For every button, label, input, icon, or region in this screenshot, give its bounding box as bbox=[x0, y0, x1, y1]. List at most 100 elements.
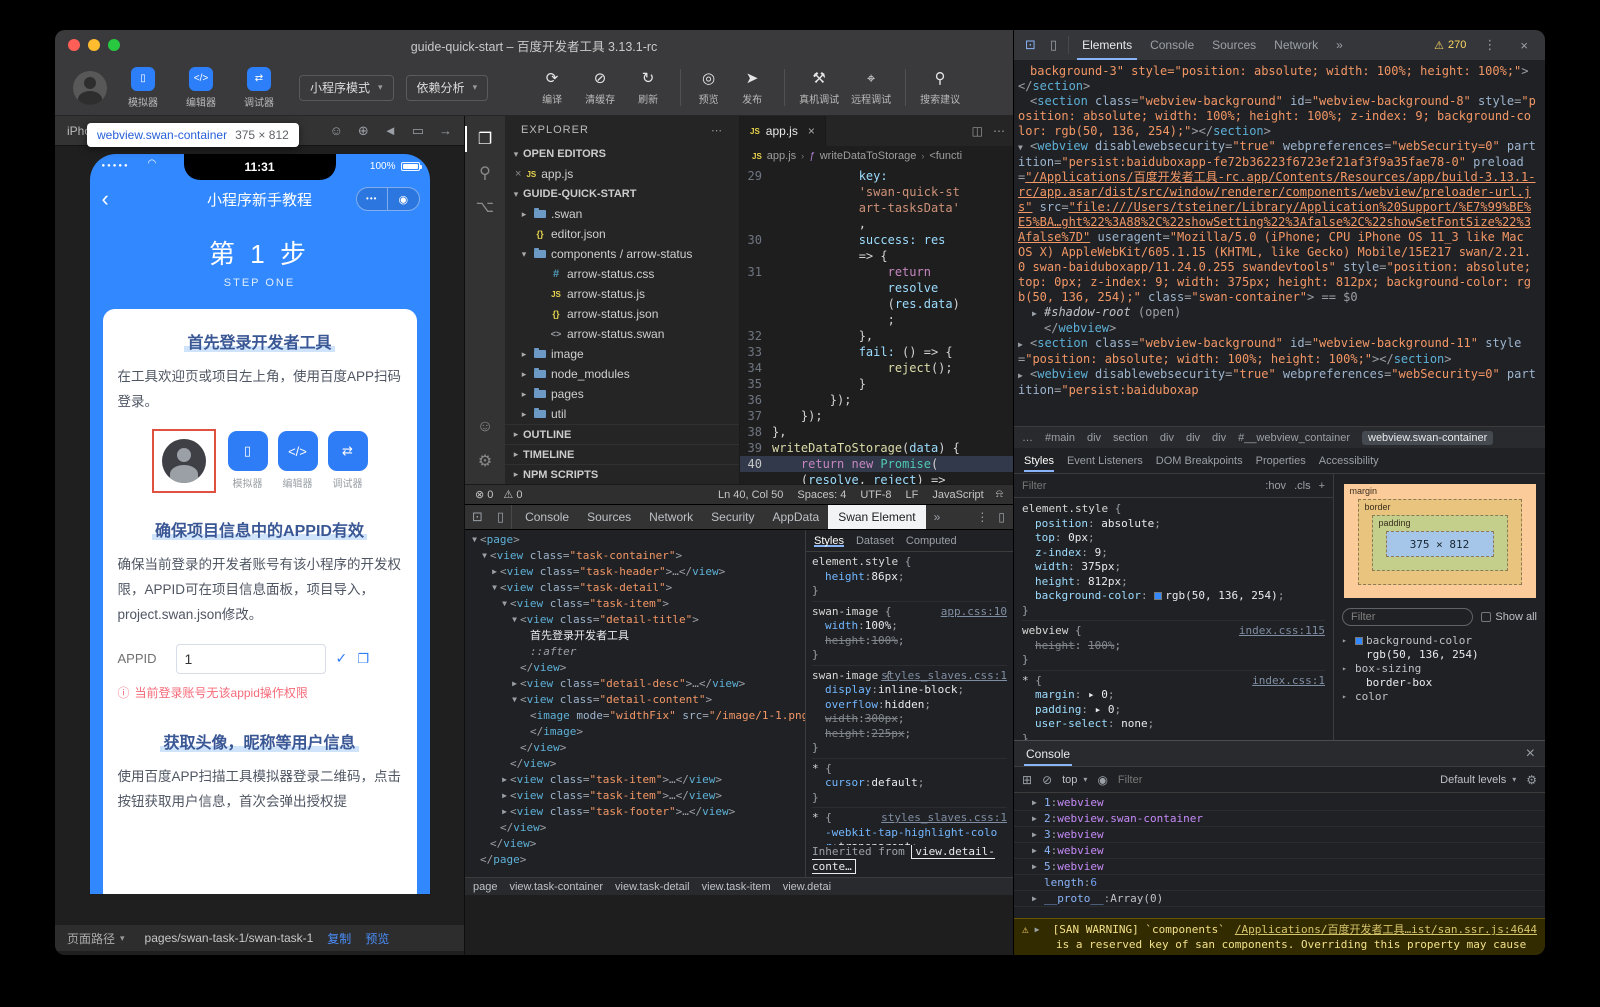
file-tree-item[interactable]: ▸ pages bbox=[505, 384, 739, 404]
expand-arrow-icon[interactable]: ▶ bbox=[1035, 922, 1047, 937]
css-property[interactable]: width:300px; bbox=[812, 712, 1007, 727]
section-open-editors[interactable]: ▾ OPEN EDITORS bbox=[505, 144, 739, 164]
expand-arrow-icon[interactable]: ▶ bbox=[509, 676, 520, 692]
file-tree-item[interactable]: ▸ image bbox=[505, 344, 739, 364]
device-toolbar-icon[interactable]: ▯ bbox=[1043, 30, 1064, 60]
sidebar-tab[interactable]: Styles bbox=[1024, 450, 1054, 472]
devtools-tab[interactable]: Security bbox=[702, 505, 763, 529]
breadcrumb-item[interactable]: div bbox=[1212, 432, 1226, 444]
expand-arrow-icon[interactable] bbox=[509, 660, 520, 676]
toggle-class-button[interactable]: .cls bbox=[1294, 480, 1311, 492]
status-item[interactable]: UTF-8 bbox=[860, 489, 891, 501]
eye-icon[interactable]: ◉ bbox=[1097, 773, 1107, 787]
console-entry[interactable]: ▶5: webview bbox=[1014, 859, 1545, 875]
toolbar-action-button[interactable]: ◎ 预览 bbox=[680, 69, 728, 106]
stylesheet-link[interactable]: styles_slaves.css:1 bbox=[881, 669, 1007, 684]
appid-input[interactable] bbox=[176, 644, 326, 674]
inspect-icon[interactable]: ⊡ bbox=[1018, 30, 1043, 60]
expand-arrow-icon[interactable] bbox=[519, 628, 530, 644]
expand-arrow-icon[interactable] bbox=[469, 852, 480, 868]
css-property[interactable]: top: 0px; bbox=[1022, 531, 1325, 546]
status-item[interactable]: Spaces: 4 bbox=[797, 489, 846, 501]
console-drawer-tab[interactable]: Console bbox=[1024, 742, 1072, 766]
console-settings-icon[interactable]: ⚙ bbox=[1526, 773, 1537, 787]
analysis-select[interactable]: 依赖分析 ▾ bbox=[406, 75, 489, 101]
breadcrumb-item[interactable]: view.task-container bbox=[509, 881, 603, 893]
expand-arrow-icon[interactable]: ▼ bbox=[509, 692, 520, 708]
file-tree-item[interactable]: ▸ .swan bbox=[505, 204, 739, 224]
css-property[interactable]: z-index: 9; bbox=[1022, 546, 1325, 561]
box-model-margin[interactable]: margin border padding 375 × 812 bbox=[1344, 484, 1536, 598]
overflow-icon[interactable]: » bbox=[1327, 30, 1352, 60]
element-node[interactable]: </view> bbox=[465, 660, 805, 676]
device-toolbar-icon[interactable]: ▯ bbox=[490, 505, 512, 529]
styles-pane-tab[interactable]: Styles bbox=[814, 535, 844, 547]
css-property[interactable]: -webkit-tap-highlight-color:transparent; bbox=[812, 826, 1007, 846]
close-drawer-icon[interactable]: × bbox=[1526, 745, 1535, 763]
copy-path-link[interactable]: 复制 bbox=[327, 930, 351, 947]
expand-arrow-icon[interactable]: ▶ bbox=[1032, 811, 1044, 826]
toolbar-action-button[interactable]: ⌖ 远程调试 bbox=[845, 69, 897, 106]
computed-property[interactable]: ▸background-color rgb(50, 136, 254) bbox=[1342, 634, 1537, 662]
expand-arrow-icon[interactable]: ▼ bbox=[1018, 140, 1030, 155]
expand-arrow-icon[interactable]: ▸ bbox=[1342, 634, 1352, 648]
panel-toggle-button[interactable]: ▯ 模拟器 bbox=[121, 67, 165, 109]
console-entry[interactable]: ▶2: webview.swan-container bbox=[1014, 811, 1545, 827]
css-property[interactable]: position: absolute; bbox=[1022, 517, 1325, 532]
file-tree-item[interactable]: {} editor.json bbox=[505, 224, 739, 244]
section-project[interactable]: ▾ GUIDE-QUICK-START bbox=[505, 184, 739, 204]
console-warning[interactable]: ⚠ ▶ [SAN WARNING] `components` /Applicat… bbox=[1014, 918, 1545, 955]
element-node[interactable]: ▶#shadow-root (open) bbox=[1018, 305, 1537, 321]
breadcrumb-item[interactable]: view.detai bbox=[783, 881, 831, 893]
device-icon[interactable]: ▯ bbox=[998, 510, 1005, 524]
breadcrumb-item[interactable]: … bbox=[1022, 432, 1033, 444]
console-entry[interactable]: ▶1: webview bbox=[1014, 795, 1545, 811]
toolbar-action-button[interactable]: ⚲ 搜索建议 bbox=[905, 69, 966, 106]
styles-pane-tab[interactable]: Computed bbox=[906, 535, 957, 547]
stylesheet-link[interactable]: app.css:10 bbox=[941, 605, 1007, 620]
expand-arrow-icon[interactable] bbox=[519, 644, 530, 660]
expand-arrow-icon[interactable]: ▶ bbox=[1032, 859, 1044, 874]
toolbar-action-button[interactable]: ⊘ 清缓存 bbox=[576, 69, 624, 106]
element-node[interactable]: </view> bbox=[465, 756, 805, 772]
devtools-tab[interactable]: Elements bbox=[1073, 30, 1141, 60]
element-node[interactable]: ▶<view class="detail-desc">…</view> bbox=[465, 676, 805, 692]
show-all-checkbox[interactable]: Show all bbox=[1481, 611, 1537, 623]
element-node[interactable]: 首先登录开发者工具 bbox=[465, 628, 805, 644]
console-entry[interactable]: length: 6 bbox=[1014, 875, 1545, 891]
more-icon[interactable]: ••• bbox=[357, 188, 389, 210]
element-node[interactable]: ▶<view class="task-footer">…</view> bbox=[465, 804, 805, 820]
element-node[interactable]: ▶<view class="task-item">…</view> bbox=[465, 788, 805, 804]
element-node[interactable]: ▼<view class="task-item"> bbox=[465, 596, 805, 612]
breadcrumb-item[interactable]: div bbox=[1087, 432, 1101, 444]
expand-arrow-icon[interactable]: ▶ bbox=[1032, 827, 1044, 842]
panel-toggle-button[interactable]: </> 编辑器 bbox=[179, 67, 223, 109]
element-node[interactable]: ▶<view class="task-item">…</view> bbox=[465, 772, 805, 788]
explorer-icon[interactable]: ❐ bbox=[465, 122, 505, 156]
breadcrumb-symbol[interactable]: writeDataToStorage bbox=[820, 150, 917, 162]
rule-selector[interactable]: element.style bbox=[1022, 502, 1108, 515]
css-property[interactable]: background-color: rgb(50, 136, 254); bbox=[1022, 589, 1325, 604]
css-property[interactable]: width: 375px; bbox=[1022, 560, 1325, 575]
breadcrumb-item[interactable]: section bbox=[1113, 432, 1148, 444]
devtools-tab[interactable]: Sources bbox=[578, 505, 640, 529]
file-tree-item[interactable]: # arrow-status.css bbox=[505, 264, 739, 284]
toolbar-action-button[interactable]: ⟳ 编译 bbox=[528, 69, 576, 106]
new-rule-button[interactable]: + bbox=[1319, 480, 1325, 492]
computed-property[interactable]: ▸color bbox=[1342, 690, 1537, 704]
styles-filter-input[interactable] bbox=[1022, 480, 1257, 492]
sidebar-tab[interactable]: Event Listeners bbox=[1067, 455, 1143, 467]
toolbar-action-button[interactable]: ⚒ 真机调试 bbox=[784, 69, 845, 106]
css-property[interactable]: user-select: none; bbox=[1022, 717, 1325, 732]
close-icon[interactable]: × bbox=[1513, 38, 1535, 53]
overflow-icon[interactable]: » bbox=[926, 505, 949, 529]
status-item[interactable]: Ln 40, Col 50 bbox=[718, 489, 783, 501]
css-property[interactable]: height: 812px; bbox=[1022, 575, 1325, 590]
settings-gear-icon[interactable]: ⚙ bbox=[465, 444, 505, 478]
section-npm-scripts[interactable]: ▸ NPM SCRIPTS bbox=[505, 464, 739, 484]
page-path-select[interactable]: 页面路径 bbox=[67, 930, 115, 947]
issues-badge[interactable]: ⚠270 bbox=[1434, 39, 1466, 52]
rule-selector[interactable]: * bbox=[812, 762, 819, 775]
kebab-menu-icon[interactable]: ⋮ bbox=[976, 510, 988, 524]
panel-toggle-button[interactable]: ⇄ 调试器 bbox=[237, 67, 281, 109]
